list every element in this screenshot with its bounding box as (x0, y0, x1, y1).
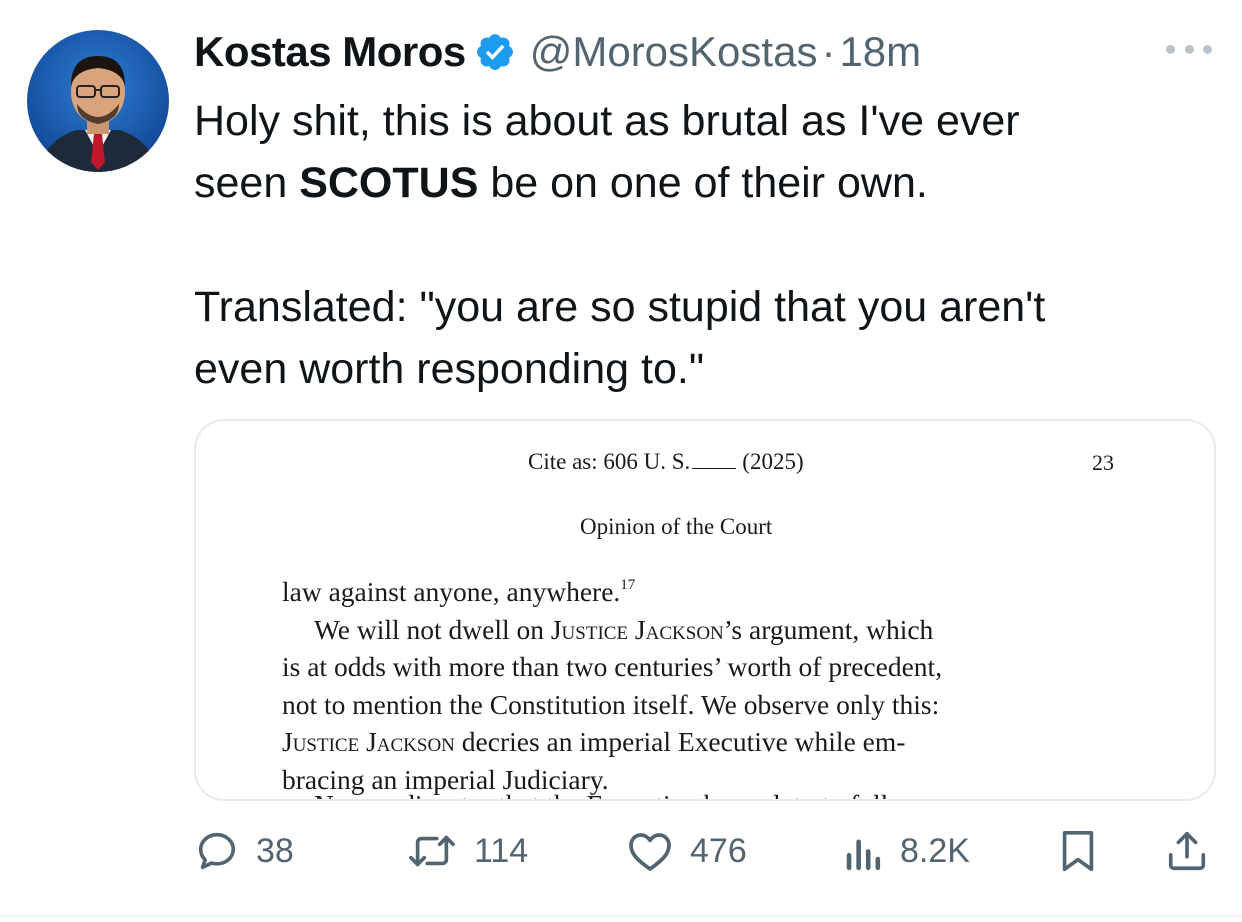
tweet-header: Kostas Moros @MorosKostas · 18m (194, 26, 921, 78)
reply-icon (198, 832, 236, 870)
tweet-text-line: Translated: "you are so stupid that you … (194, 283, 1046, 331)
timestamp[interactable]: 18m (839, 28, 921, 76)
avatar-image (27, 30, 169, 172)
document-line: We will not dwell on Justice Jackson’s a… (314, 613, 934, 645)
like-button[interactable]: 476 (626, 826, 747, 876)
repost-button[interactable]: 114 (406, 826, 528, 876)
citation: Cite as: 606 U. S. (2025) (528, 449, 804, 474)
bookmark-button[interactable] (1058, 826, 1098, 876)
share-icon (1168, 831, 1206, 871)
document-line: law against anyone, anywhere.17 (282, 576, 636, 607)
like-icon (629, 833, 671, 871)
repost-icon (409, 835, 455, 867)
views-count: 8.2K (900, 831, 970, 870)
author-handle[interactable]: @MorosKostas (530, 28, 818, 76)
document-image: Cite as: 606 U. S. (2025) 23 Opinion of t… (196, 421, 1214, 799)
views-button[interactable]: 8.2K (844, 826, 970, 876)
section-heading: Opinion of the Court (580, 514, 773, 539)
tweet-text-line: seen SCOTUS be on one of their own. (194, 159, 928, 207)
tweet-text-line: Holy shit, this is about as brutal as I'… (194, 97, 1020, 145)
views-icon (846, 839, 881, 871)
more-icon[interactable] (1166, 42, 1212, 56)
reply-count: 38 (256, 831, 294, 870)
action-bar: 38 114 476 8.2K (194, 826, 1214, 876)
attached-image[interactable]: Cite as: 606 U. S. (2025) 23 Opinion of t… (194, 419, 1216, 801)
bookmark-icon (1062, 830, 1094, 872)
document-body: law against anyone, anywhere.17 We will … (282, 567, 1122, 798)
document-line: not to mention the Constitution itself. … (282, 688, 940, 720)
like-count: 476 (690, 831, 747, 870)
avatar[interactable] (27, 30, 169, 172)
reply-button[interactable]: 38 (194, 826, 294, 876)
author-name[interactable]: Kostas Moros (194, 28, 466, 76)
document-line-cutoff: No one disputes that the Executive has a… (314, 789, 922, 799)
repost-count: 114 (474, 831, 529, 870)
tweet-text: Holy shit, this is about as brutal as I'… (194, 90, 1194, 400)
share-button[interactable] (1164, 826, 1210, 876)
document-line: Justice Jackson decries an imperial Exec… (282, 726, 906, 757)
separator-dot: · (821, 28, 836, 75)
verified-badge-icon (476, 34, 513, 70)
divider (0, 915, 1242, 917)
bold-text: SCOTUS (299, 159, 479, 207)
document-line: is at odds with more than two centuries’… (282, 651, 943, 682)
tweet-text-line: even worth responding to." (194, 345, 705, 393)
page-number: 23 (1092, 450, 1114, 475)
